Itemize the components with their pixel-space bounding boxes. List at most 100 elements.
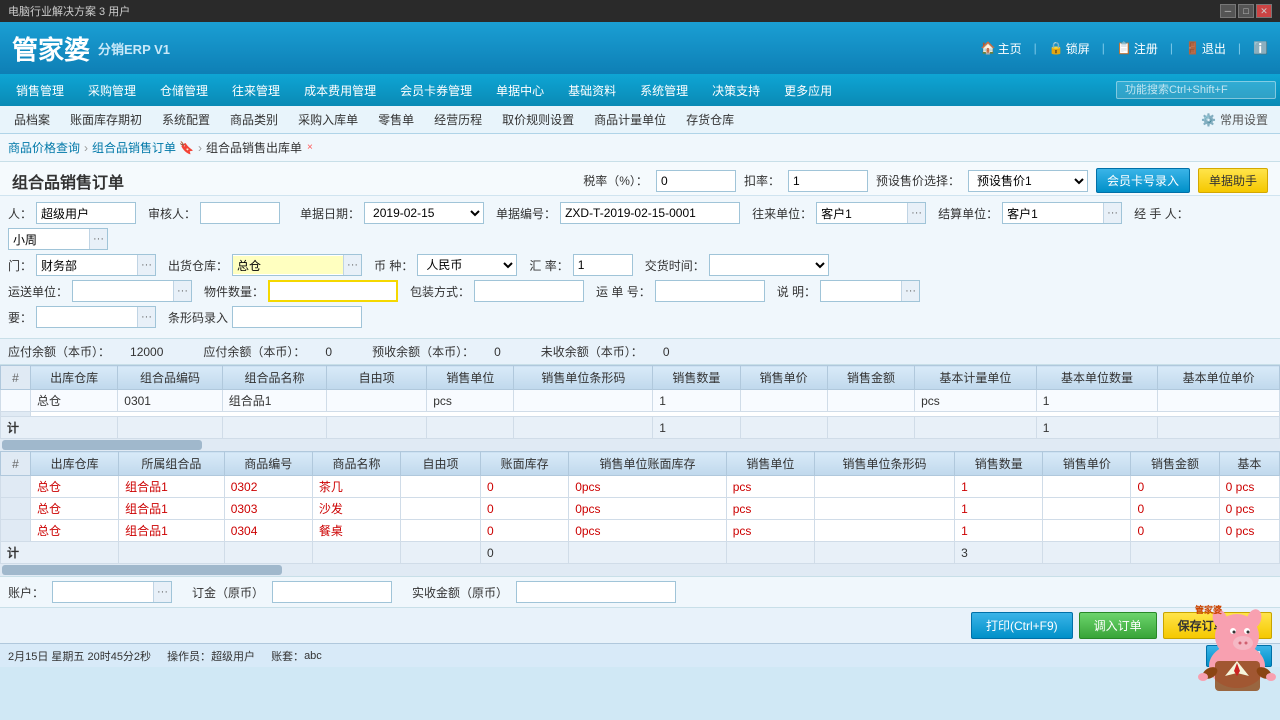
receivable-value: 0 (325, 345, 332, 359)
dtr-combo-3: 组合品1 (119, 520, 225, 542)
account-input[interactable] (53, 583, 153, 601)
date-select[interactable]: 2019-02-15 (364, 202, 484, 224)
actual-input[interactable] (516, 581, 676, 603)
require-input[interactable] (37, 308, 137, 326)
currency-select[interactable]: 人民币 (417, 254, 517, 276)
form-row-3: 运送单位： ··· 物件数量： 包装方式： 运 单 号： 说 明： ··· (8, 280, 1272, 302)
sub-price-rules[interactable]: 取价规则设置 (492, 108, 584, 131)
dtr-unitstock-3: 0pcs (569, 520, 727, 542)
import-btn[interactable]: 调入订单 (1079, 612, 1157, 639)
detail-row-1[interactable]: 总仓 组合品1 0302 茶几 0 0pcs pcs 1 0 0 pcs (1, 476, 1280, 498)
actual-label: 实收金额（原币） (412, 584, 508, 601)
settings-btn[interactable]: ⚙️ 常用设置 (1193, 108, 1276, 131)
sum-label: 计 (1, 417, 118, 439)
member-card-btn[interactable]: 会员卡号录入 (1096, 168, 1190, 193)
shipunit-input-wrap: ··· (72, 280, 192, 302)
dept-dots[interactable]: ··· (137, 255, 155, 275)
menu-warehouse[interactable]: 仓储管理 (148, 78, 220, 103)
minimize-btn[interactable]: ─ (1220, 4, 1236, 18)
dsum-qty: 3 (955, 542, 1043, 564)
assist-btn[interactable]: 单据助手 (1198, 168, 1268, 193)
print-btn[interactable]: 打印(Ctrl+F9) (971, 612, 1073, 639)
sub-purchase-in[interactable]: 采购入库单 (288, 108, 368, 131)
sub-product-cat[interactable]: 商品类别 (220, 108, 288, 131)
settleunit-input[interactable] (1003, 204, 1103, 222)
discount-input[interactable] (788, 170, 868, 192)
handler-dots[interactable]: ··· (89, 229, 107, 249)
order-input[interactable] (272, 581, 392, 603)
handler-input[interactable] (9, 230, 89, 248)
status-bar: 2月15日 星期五 20时45分2秒 操作员： 超级用户 账套： abc 功能导… (0, 643, 1280, 667)
menu-membership[interactable]: 会员卡券管理 (388, 78, 484, 103)
header-divider-4: | (1238, 41, 1241, 55)
nav-lock[interactable]: 🔒 锁屏 (1049, 40, 1090, 57)
approver-input[interactable] (200, 202, 280, 224)
header-nav: 🏠 主页 | 🔒 锁屏 | 📋 注册 | 🚪 退出 | ℹ️ (981, 40, 1268, 57)
help-btn[interactable]: 功能导图 (1206, 645, 1272, 667)
sub-unit[interactable]: 商品计量单位 (584, 108, 676, 131)
tradetime-select[interactable] (709, 254, 829, 276)
detail-row-2[interactable]: 总仓 组合品1 0303 沙发 0 0pcs pcs 1 0 0 pcs (1, 498, 1280, 520)
sub-product-file[interactable]: 品档案 (4, 108, 60, 131)
form-row-2: 门： ··· 出货仓库： ··· 币 种： 人民币 汇 率： 交货时间： (8, 254, 1272, 276)
sub-history[interactable]: 经营历程 (424, 108, 492, 131)
rate-input[interactable] (573, 254, 633, 276)
menu-decision[interactable]: 决策支持 (700, 78, 772, 103)
menu-sales[interactable]: 销售管理 (4, 78, 76, 103)
shipunit-input[interactable] (73, 282, 173, 300)
top-scroll[interactable] (0, 439, 1280, 451)
menu-system[interactable]: 系统管理 (628, 78, 700, 103)
menu-basics[interactable]: 基础资料 (556, 78, 628, 103)
nav-register[interactable]: 📋 注册 (1117, 40, 1158, 57)
menu-transactions[interactable]: 往来管理 (220, 78, 292, 103)
breadcrumb-close-btn[interactable]: × (307, 142, 313, 153)
warehouse-label: 出货仓库： (168, 257, 228, 274)
sub-sys-config[interactable]: 系统配置 (152, 108, 220, 131)
menu-cost[interactable]: 成本费用管理 (292, 78, 388, 103)
page-title-bar: 组合品销售订单 税率（%）： 扣率： 预设售价选择： 预设售价1 会员卡号录入 … (0, 162, 1280, 196)
remark-input[interactable] (821, 282, 901, 300)
warehouse-input[interactable] (233, 256, 343, 274)
pack-input[interactable] (474, 280, 584, 302)
close-btn[interactable]: ✕ (1256, 4, 1272, 18)
shipno-input[interactable] (655, 280, 765, 302)
settleunit-dots[interactable]: ··· (1103, 203, 1121, 223)
nav-home[interactable]: 🏠 主页 (981, 40, 1022, 57)
dtr-qty-3: 1 (955, 520, 1043, 542)
tax-rate-input[interactable] (656, 170, 736, 192)
menu-more[interactable]: 更多应用 (772, 78, 844, 103)
partsqty-input[interactable] (270, 282, 396, 300)
warehouse-dots[interactable]: ··· (343, 255, 361, 275)
account-dots[interactable]: ··· (153, 582, 171, 602)
dtr-barcode-3 (814, 520, 954, 542)
docnum-input[interactable] (560, 202, 740, 224)
shipunit-dots[interactable]: ··· (173, 281, 191, 301)
breadcrumb-combo-sales[interactable]: 组合品销售订单 🔖 (92, 139, 194, 156)
nav-exit[interactable]: 🚪 退出 (1185, 40, 1226, 57)
sub-inventory[interactable]: 存货仓库 (676, 108, 744, 131)
sub-retail[interactable]: 零售单 (368, 108, 424, 131)
td-base-qty: 1 (1036, 390, 1158, 412)
menu-documents[interactable]: 单据中心 (484, 78, 556, 103)
detail-scroll[interactable] (0, 564, 1280, 576)
detail-scroll-thumb[interactable] (2, 565, 282, 575)
breadcrumb-price-query[interactable]: 商品价格查询 (8, 139, 80, 156)
tounit-input[interactable] (817, 204, 907, 222)
sub-account-init[interactable]: 账面库存期初 (60, 108, 152, 131)
dept-input[interactable] (37, 256, 137, 274)
detail-row-3[interactable]: 总仓 组合品1 0304 餐桌 0 0pcs pcs 1 0 0 pcs (1, 520, 1280, 542)
top-scroll-thumb[interactable] (2, 440, 202, 450)
top-table-row[interactable]: 总仓 0301 组合品1 pcs 1 pcs 1 (1, 390, 1280, 412)
remark-dots[interactable]: ··· (901, 281, 919, 301)
menu-purchase[interactable]: 采购管理 (76, 78, 148, 103)
person-input[interactable] (36, 202, 136, 224)
save-btn[interactable]: 保存订单（F） (1163, 612, 1272, 639)
barcode-input[interactable] (232, 306, 362, 328)
menu-search-input[interactable] (1116, 81, 1276, 99)
maximize-btn[interactable]: □ (1238, 4, 1254, 18)
price-select[interactable]: 预设售价1 (968, 170, 1088, 192)
td-combo-name: 组合品1 (222, 390, 326, 412)
require-dots[interactable]: ··· (137, 307, 155, 327)
tounit-dots[interactable]: ··· (907, 203, 925, 223)
nav-info[interactable]: ℹ️ (1253, 41, 1268, 55)
